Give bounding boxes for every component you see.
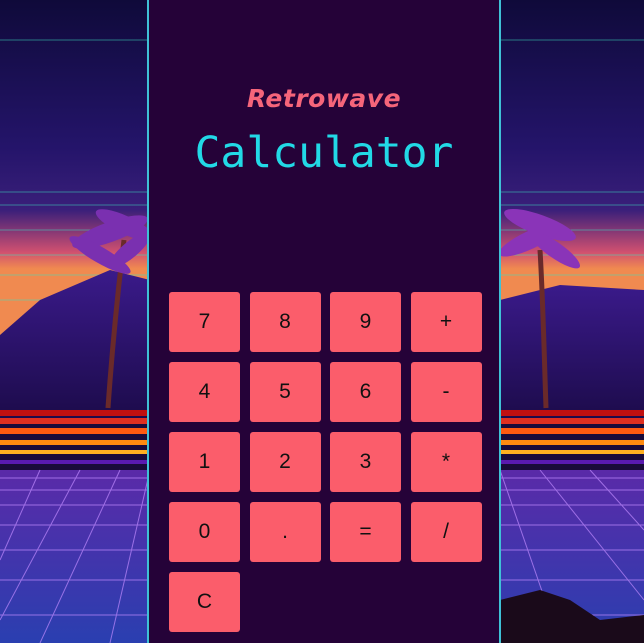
key-2[interactable]: 2: [249, 432, 321, 492]
key-1[interactable]: 1: [169, 432, 240, 492]
key-plus[interactable]: +: [410, 292, 482, 352]
calculator-panel: Retrowave Calculator 7 8 9 + 4 5 6 - 1 2…: [147, 0, 501, 643]
key-6[interactable]: 6: [330, 362, 401, 422]
key-clear[interactable]: C: [169, 572, 240, 632]
key-9[interactable]: 9: [330, 292, 401, 352]
key-4[interactable]: 4: [169, 362, 240, 422]
key-0[interactable]: 0: [169, 502, 240, 562]
key-8[interactable]: 8: [249, 292, 321, 352]
key-7[interactable]: 7: [169, 292, 240, 352]
key-3[interactable]: 3: [330, 432, 401, 492]
app-subtitle: Retrowave: [246, 84, 402, 113]
keypad: 7 8 9 + 4 5 6 - 1 2 3 * 0 . = / C: [169, 292, 482, 632]
key-equals[interactable]: =: [330, 502, 401, 562]
key-5[interactable]: 5: [249, 362, 321, 422]
key-minus[interactable]: -: [410, 362, 482, 422]
key-decimal[interactable]: .: [249, 502, 321, 562]
app-title: Calculator: [194, 128, 454, 178]
key-divide[interactable]: /: [410, 502, 482, 562]
key-multiply[interactable]: *: [410, 432, 482, 492]
